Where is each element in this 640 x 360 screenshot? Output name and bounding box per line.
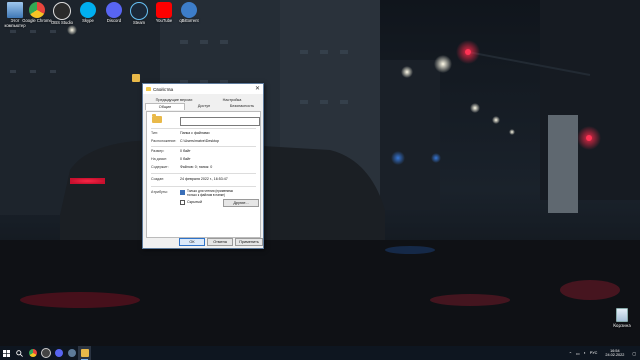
desktop-wallpaper bbox=[0, 0, 640, 346]
language-indicator[interactable]: РУС bbox=[590, 351, 598, 355]
row-size: Размер: 0 байт bbox=[151, 149, 191, 153]
recycle-bin-icon bbox=[616, 308, 628, 322]
desktop-icon-qbittorrent[interactable]: qBittorrent bbox=[174, 2, 204, 24]
divider bbox=[151, 146, 256, 147]
tab-sharing[interactable]: Доступ bbox=[185, 103, 223, 110]
general-panel: Тип: Папка с файлами Расположение: C:\Us… bbox=[146, 111, 261, 238]
recycle-bin-label: Корзина bbox=[613, 323, 631, 328]
divider bbox=[151, 173, 256, 174]
discord-icon bbox=[106, 2, 122, 18]
chrome-icon bbox=[29, 2, 45, 18]
this-pc-icon bbox=[7, 2, 23, 18]
readonly-checkbox[interactable] bbox=[180, 190, 185, 195]
desktop-icon-recycle-bin[interactable]: Корзина bbox=[611, 308, 633, 328]
taskbar-chrome[interactable] bbox=[26, 346, 39, 360]
steam-icon bbox=[67, 349, 76, 357]
taskbar-file-explorer[interactable] bbox=[78, 346, 91, 360]
file-explorer-icon bbox=[80, 349, 89, 357]
taskbar-discord[interactable] bbox=[52, 346, 65, 360]
taskbar-steam[interactable] bbox=[65, 346, 78, 360]
taskbar-search-button[interactable] bbox=[13, 346, 26, 360]
taskbar: ⌃ ▭ ◖ РУС 16:54 24.02.2022 ▢ bbox=[0, 346, 640, 360]
system-tray: ⌃ ▭ ◖ РУС 16:54 24.02.2022 ▢ bbox=[567, 346, 640, 360]
chrome-icon bbox=[28, 349, 37, 357]
advanced-button[interactable]: Другие... bbox=[223, 199, 259, 207]
hidden-label: Скрытый bbox=[187, 200, 202, 204]
row-type: Тип: Папка с файлами bbox=[151, 131, 210, 135]
tab-row-bottom: Общие Доступ Безопасность bbox=[145, 103, 261, 110]
hidden-checkbox[interactable] bbox=[180, 200, 185, 205]
folder-icon bbox=[132, 74, 140, 82]
tab-security[interactable]: Безопасность bbox=[223, 103, 261, 110]
start-button[interactable] bbox=[0, 346, 13, 360]
row-created: Создан: 24 февраля 2022 г., 16:53:47 bbox=[151, 177, 228, 181]
desktop-new-folder[interactable] bbox=[132, 72, 142, 84]
ok-button[interactable]: ОК bbox=[179, 238, 205, 246]
obs-icon bbox=[53, 2, 71, 20]
dialog-titlebar[interactable]: Свойства ✕ bbox=[143, 84, 263, 94]
properties-dialog: Свойства ✕ Предыдущие версии Настройка О… bbox=[142, 83, 264, 249]
folder-icon bbox=[152, 114, 162, 123]
notifications-icon[interactable]: ▢ bbox=[632, 351, 636, 356]
row-contains: Содержит: Файлов: 0; папок: 0 bbox=[151, 165, 213, 169]
network-icon[interactable]: ▭ bbox=[576, 351, 580, 356]
row-attributes: Атрибуты: Только для чтения (применимо т… bbox=[151, 189, 255, 198]
taskbar-obs[interactable] bbox=[39, 346, 52, 360]
clock[interactable]: 16:54 24.02.2022 bbox=[605, 349, 624, 358]
row-hidden: Скрытый bbox=[180, 200, 202, 205]
windows-start-icon bbox=[3, 349, 10, 357]
steam-icon bbox=[130, 2, 148, 20]
cancel-button[interactable]: Отмена bbox=[207, 238, 233, 246]
skype-icon bbox=[80, 2, 96, 18]
readonly-label: Только для чтения (применимо только к фа… bbox=[187, 189, 234, 197]
divider bbox=[151, 186, 256, 187]
qbittorrent-icon bbox=[181, 2, 197, 18]
divider bbox=[151, 128, 256, 129]
close-icon[interactable]: ✕ bbox=[255, 85, 260, 92]
chevron-up-icon[interactable]: ⌃ bbox=[569, 351, 572, 356]
clock-date: 24.02.2022 bbox=[605, 353, 625, 357]
row-location: Расположение: C:\Users\matve\Desktop bbox=[151, 139, 219, 143]
folder-icon bbox=[146, 87, 151, 91]
obs-icon bbox=[40, 348, 51, 358]
folder-name-field[interactable] bbox=[180, 117, 260, 126]
row-size-on-disk: На диске: 0 байт bbox=[151, 157, 191, 161]
youtube-icon bbox=[156, 2, 172, 18]
dialog-title: Свойства bbox=[153, 86, 174, 92]
discord-icon bbox=[54, 349, 63, 357]
search-icon bbox=[16, 349, 23, 357]
volume-icon[interactable]: ◖ bbox=[583, 351, 585, 355]
tab-general[interactable]: Общие bbox=[145, 103, 185, 110]
apply-button[interactable]: Применить bbox=[235, 238, 263, 246]
